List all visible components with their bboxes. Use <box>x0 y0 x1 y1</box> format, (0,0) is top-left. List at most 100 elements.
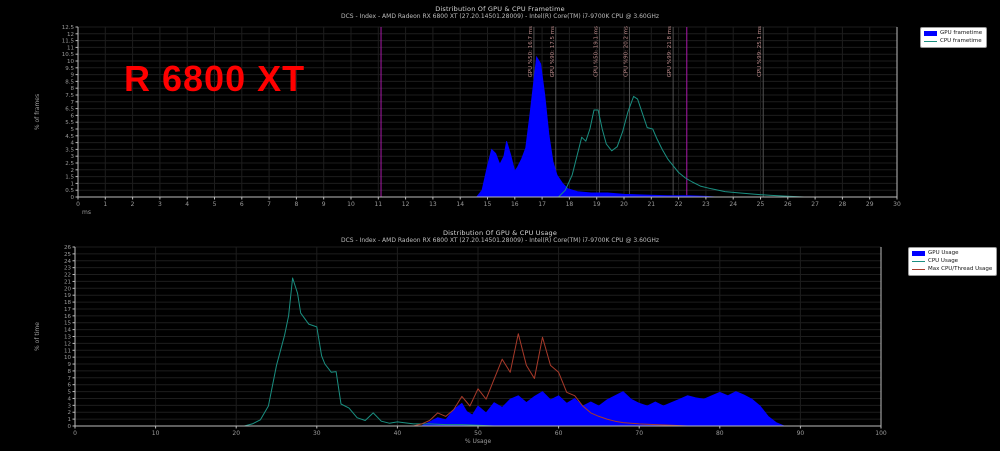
marker-label: CPU %90: 20.2 ms <box>623 26 629 77</box>
series-cpu-usage <box>244 277 495 427</box>
legend-swatch <box>912 268 925 271</box>
svg-text:60: 60 <box>555 430 563 437</box>
y-axis: 0123456789101112131415161718192021222324… <box>64 245 75 430</box>
svg-text:100: 100 <box>875 430 887 437</box>
svg-text:5: 5 <box>71 127 75 133</box>
legend-swatch <box>924 31 937 36</box>
svg-text:11: 11 <box>374 201 382 208</box>
legend-label: CPU Usage <box>928 258 959 264</box>
svg-text:3: 3 <box>68 403 72 409</box>
marker-label: GPU %50: 16.7 ms <box>528 26 534 78</box>
legend-item-cpu-usage: CPU Usage <box>912 258 992 265</box>
svg-text:13: 13 <box>429 201 437 208</box>
svg-text:2: 2 <box>131 201 135 208</box>
frametime-legend: GPU frametime CPU frametime <box>920 27 988 48</box>
svg-text:3: 3 <box>71 154 75 160</box>
marker-label: GPU %90: 17.5 ms <box>550 26 556 78</box>
svg-text:90: 90 <box>797 430 805 437</box>
y-axis-label: % of time <box>34 322 41 351</box>
svg-text:4: 4 <box>185 201 189 208</box>
y-axis-label: % of frames <box>34 94 41 130</box>
svg-text:1: 1 <box>71 181 75 187</box>
svg-text:27: 27 <box>811 201 819 208</box>
svg-text:6: 6 <box>240 201 244 208</box>
svg-text:9: 9 <box>71 73 75 79</box>
legend-item-gpu-frametime: GPU frametime <box>924 30 982 37</box>
svg-text:9: 9 <box>322 201 326 208</box>
svg-text:0.5: 0.5 <box>65 188 74 194</box>
svg-text:28: 28 <box>839 201 847 208</box>
svg-text:11: 11 <box>64 348 71 354</box>
legend-label: Max CPU/Thread Usage <box>928 266 993 272</box>
svg-text:25: 25 <box>64 252 71 258</box>
svg-text:14: 14 <box>456 201 464 208</box>
svg-text:10: 10 <box>64 355 71 361</box>
legend-item-gpu-usage: GPU Usage <box>912 250 992 257</box>
svg-text:20: 20 <box>64 286 71 292</box>
marker-label: CPU %50: 19.1 ms <box>593 26 599 77</box>
svg-text:11.5: 11.5 <box>62 39 75 45</box>
svg-text:3.5: 3.5 <box>65 147 74 153</box>
svg-text:3: 3 <box>158 201 162 208</box>
svg-text:21: 21 <box>647 201 655 208</box>
svg-text:80: 80 <box>716 430 724 437</box>
svg-text:23: 23 <box>702 201 710 208</box>
marker-label: CPU %99: 25.1 ms <box>757 26 763 77</box>
svg-text:0: 0 <box>76 201 80 208</box>
svg-text:6: 6 <box>71 113 75 119</box>
usage-legend: GPU Usage CPU Usage Max CPU/Thread Usage <box>908 247 998 276</box>
svg-text:18: 18 <box>566 201 574 208</box>
legend-item-max-cpu-thread-usage: Max CPU/Thread Usage <box>912 266 992 273</box>
svg-text:5: 5 <box>68 390 72 396</box>
legend-label: GPU Usage <box>928 250 959 256</box>
x-axis: 0 1 2 3 4 5 6 7 8 9 10 11 12 13 14 15 16 17 18 19 20 21 22 23 24… <box>76 197 901 208</box>
svg-text:26: 26 <box>64 245 71 251</box>
svg-text:30: 30 <box>893 201 901 208</box>
svg-text:20: 20 <box>620 201 628 208</box>
svg-text:10: 10 <box>152 430 160 437</box>
svg-text:7: 7 <box>71 100 75 106</box>
svg-text:7: 7 <box>267 201 271 208</box>
marker-label: GPU %99: 21.8 ms <box>667 26 673 78</box>
svg-text:25: 25 <box>757 201 765 208</box>
svg-text:29: 29 <box>866 201 874 208</box>
svg-text:12: 12 <box>67 32 74 38</box>
svg-text:6.5: 6.5 <box>65 107 74 113</box>
svg-text:7: 7 <box>68 376 72 382</box>
svg-text:21: 21 <box>64 279 71 285</box>
svg-text:0: 0 <box>73 430 77 437</box>
svg-text:12.5: 12.5 <box>62 25 75 31</box>
svg-text:4: 4 <box>68 396 72 402</box>
svg-text:0: 0 <box>68 424 72 430</box>
svg-text:10.5: 10.5 <box>62 52 75 58</box>
svg-text:2: 2 <box>68 410 72 416</box>
grid <box>74 246 882 427</box>
usage-plot-area: 0 10 20 30 40 50 60 70 80 90 100012345678910111213… <box>34 245 887 445</box>
svg-text:16: 16 <box>511 201 519 208</box>
svg-text:4: 4 <box>71 141 75 147</box>
legend-label: GPU frametime <box>940 30 983 36</box>
svg-text:30: 30 <box>313 430 321 437</box>
svg-text:8: 8 <box>294 201 298 208</box>
frametime-plot-area: GPU %50: 16.7 ms GPU %90: 17.5 ms CPU %50:… <box>34 25 901 216</box>
svg-text:26: 26 <box>784 201 792 208</box>
svg-text:50: 50 <box>474 430 482 437</box>
svg-text:11: 11 <box>67 45 74 51</box>
svg-text:1: 1 <box>68 417 72 423</box>
svg-text:70: 70 <box>635 430 643 437</box>
y-axis: 00.511.522.533.544.555.566.577.588.599.5… <box>62 25 78 201</box>
series <box>475 55 805 198</box>
legend-swatch <box>912 260 925 263</box>
svg-text:19: 19 <box>64 293 71 299</box>
svg-text:8: 8 <box>68 369 72 375</box>
svg-text:2.5: 2.5 <box>65 161 74 167</box>
svg-text:40: 40 <box>394 430 402 437</box>
svg-text:10: 10 <box>67 59 74 65</box>
svg-text:6: 6 <box>68 383 72 389</box>
svg-text:1.5: 1.5 <box>65 175 74 181</box>
series <box>244 277 785 427</box>
svg-text:16: 16 <box>64 314 71 320</box>
svg-text:9.5: 9.5 <box>65 66 74 72</box>
x-axis-label: % Usage <box>465 438 492 445</box>
svg-text:1: 1 <box>103 201 107 208</box>
